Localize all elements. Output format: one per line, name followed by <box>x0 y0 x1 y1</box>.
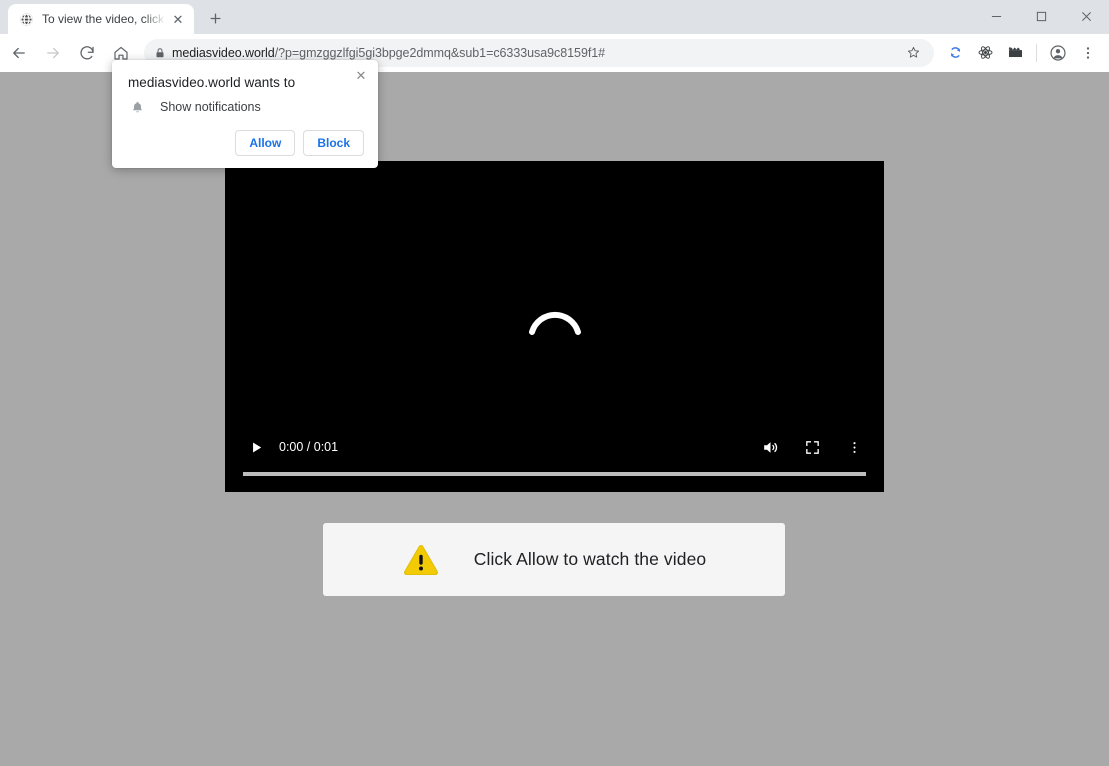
reload-icon[interactable] <box>72 38 102 68</box>
minimize-button[interactable] <box>974 0 1019 32</box>
video-time-display: 0:00 / 0:01 <box>279 440 338 454</box>
url-text: mediasvideo.world/?p=gmzggzlfgi5gi3bpge2… <box>172 46 605 60</box>
new-tab-button[interactable] <box>201 4 229 32</box>
tab-strip: To view the video, click the Allow ✕ <box>0 0 1109 34</box>
dialog-actions: Allow Block <box>235 130 364 156</box>
video-controls: 0:00 / 0:01 <box>225 426 884 492</box>
play-icon[interactable] <box>243 434 269 460</box>
close-window-button[interactable] <box>1064 0 1109 32</box>
toolbar-divider <box>1036 44 1037 62</box>
notice-text: Click Allow to watch the video <box>474 549 707 570</box>
notification-permission-dialog: ✕ mediasvideo.world wants to Show notifi… <box>112 60 378 168</box>
volume-on-icon[interactable] <box>758 435 782 459</box>
dialog-title: mediasvideo.world wants to <box>128 75 295 90</box>
warning-triangle-icon <box>402 543 440 577</box>
loading-spinner-icon <box>524 292 586 354</box>
browser-tab[interactable]: To view the video, click the Allow ✕ <box>8 4 194 34</box>
video-controls-right <box>758 435 866 459</box>
window-controls <box>974 0 1109 32</box>
browser-window: To view the video, click the Allow ✕ <box>0 0 1109 766</box>
permission-option-label: Show notifications <box>160 100 261 114</box>
video-player[interactable]: 0:00 / 0:01 <box>225 161 884 492</box>
url-host: mediasvideo.world <box>172 46 275 60</box>
extension-atom-icon[interactable] <box>971 39 999 67</box>
page-content: 0:00 / 0:01 <box>0 72 1109 766</box>
video-downloader-icon[interactable] <box>1001 39 1029 67</box>
maximize-button[interactable] <box>1019 0 1064 32</box>
allow-button[interactable]: Allow <box>235 130 295 156</box>
more-options-icon[interactable] <box>842 435 866 459</box>
url-path: /?p=gmzggzlfgi5gi3bpge2dmmq&sub1=c6333us… <box>275 46 605 60</box>
back-arrow-icon[interactable] <box>4 38 34 68</box>
dialog-close-button[interactable]: ✕ <box>350 65 372 87</box>
sync-icon[interactable] <box>941 39 969 67</box>
bell-icon <box>128 98 146 116</box>
video-progress-bar[interactable] <box>243 472 866 476</box>
profile-avatar-icon[interactable] <box>1044 39 1072 67</box>
chrome-menu-icon[interactable] <box>1074 39 1102 67</box>
fullscreen-icon[interactable] <box>800 435 824 459</box>
forward-arrow-icon <box>38 38 68 68</box>
globe-icon <box>18 11 34 27</box>
video-controls-row: 0:00 / 0:01 <box>243 432 866 462</box>
permission-option: Show notifications <box>128 98 261 116</box>
tab-close-button[interactable]: ✕ <box>170 11 186 27</box>
block-button[interactable]: Block <box>303 130 364 156</box>
notice-banner: Click Allow to watch the video <box>323 523 785 596</box>
star-icon[interactable] <box>900 40 926 66</box>
tab-title: To view the video, click the Allow <box>42 12 166 26</box>
